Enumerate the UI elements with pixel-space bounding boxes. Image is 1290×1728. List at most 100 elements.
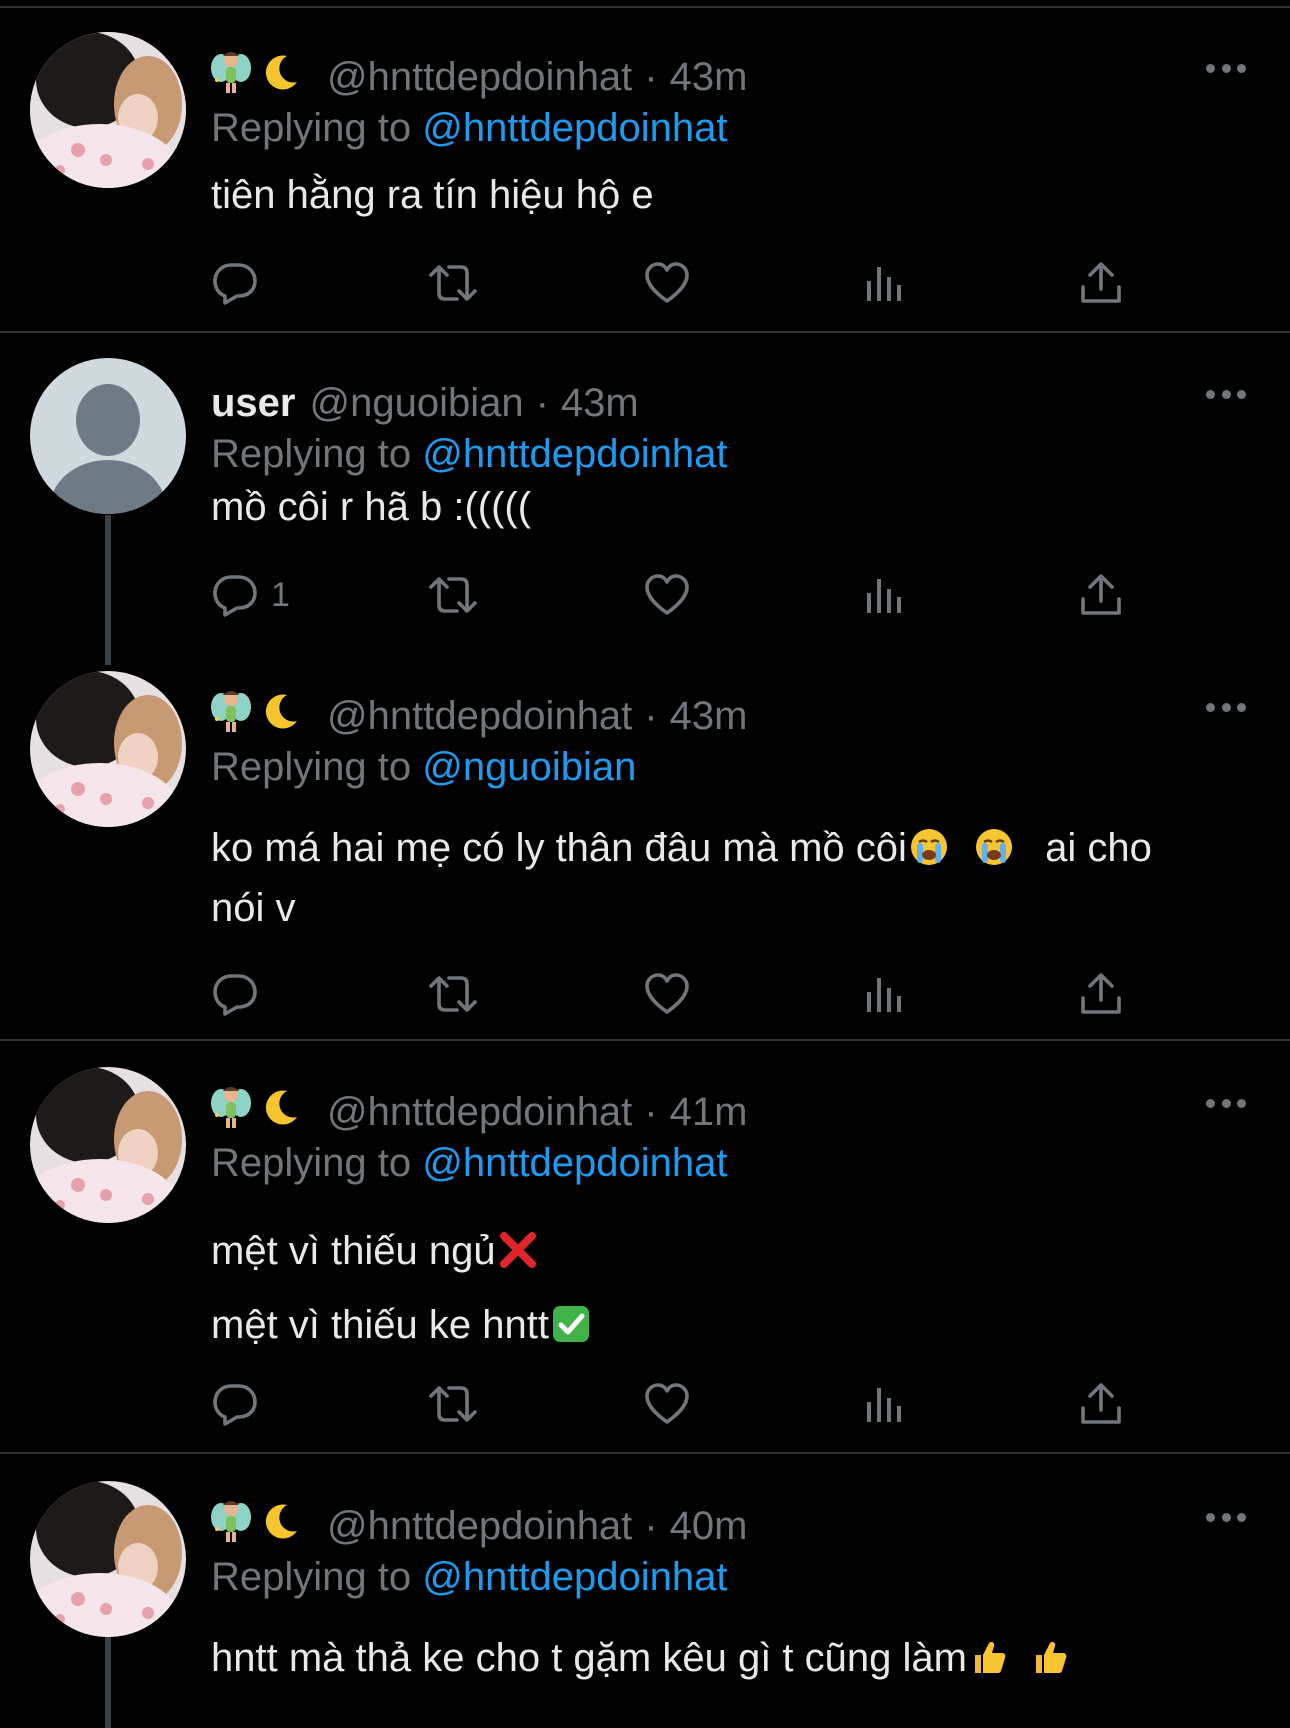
replying-prefix: Replying to <box>211 745 423 789</box>
timestamp[interactable]: 43m <box>561 381 639 426</box>
mention-link[interactable]: @hnttdepdoinhat <box>422 1141 727 1185</box>
like-icon <box>645 973 689 1014</box>
mention-link[interactable]: @hnttdepdoinhat <box>422 432 727 476</box>
handle[interactable]: @hnttdepdoinhat <box>327 1090 632 1135</box>
reply-icon <box>213 1384 257 1426</box>
handle[interactable]: @hnttdepdoinhat <box>327 55 632 100</box>
mention-link[interactable]: @hnttdepdoinhat <box>422 1555 727 1599</box>
retweet-button[interactable] <box>425 258 481 308</box>
like-icon <box>645 1383 689 1424</box>
thumbs-up-emoji <box>1030 1637 1070 1691</box>
separator <box>0 6 1290 8</box>
replying-to: Replying to @hnttdepdoinhat <box>211 1555 728 1600</box>
handle[interactable]: @hnttdepdoinhat <box>327 1504 632 1549</box>
separator <box>0 1452 1290 1454</box>
display-name[interactable]: user <box>211 381 296 426</box>
tweet-line: mệt vì thiếu ngủ <box>211 1229 496 1273</box>
reply-button[interactable] <box>211 969 259 1019</box>
avatar[interactable] <box>30 1067 186 1223</box>
fairy-emoji <box>211 1499 251 1553</box>
timestamp[interactable]: 43m <box>670 694 748 739</box>
fairy-emoji <box>211 689 251 743</box>
action-bar: 1 <box>211 570 1251 620</box>
avatar[interactable] <box>30 1481 186 1637</box>
tweet-line: mệt vì thiếu ke hntt <box>211 1303 549 1347</box>
replying-to: Replying to @hnttdepdoinhat <box>211 106 728 151</box>
handle[interactable]: @hnttdepdoinhat <box>327 694 632 739</box>
like-button[interactable] <box>643 969 691 1019</box>
share-icon <box>1081 1383 1121 1424</box>
views-button[interactable] <box>863 1379 907 1429</box>
crescent-moon-emoji <box>261 691 301 741</box>
crescent-moon-emoji <box>261 1501 301 1551</box>
like-button[interactable] <box>643 570 691 620</box>
avatar[interactable] <box>30 358 186 514</box>
more-options-icon[interactable] <box>1206 701 1246 713</box>
avatar[interactable] <box>30 32 186 188</box>
tweet-header: user @nguoibian · 43m <box>211 378 639 428</box>
more-options-icon[interactable] <box>1206 1097 1246 1109</box>
timestamp[interactable]: 43m <box>670 55 748 100</box>
more-options-icon[interactable] <box>1206 62 1246 74</box>
replying-to: Replying to @hnttdepdoinhat <box>211 1141 728 1186</box>
timestamp[interactable]: 41m <box>670 1090 748 1135</box>
like-icon <box>645 574 689 615</box>
replying-to: Replying to @nguoibian <box>211 745 636 790</box>
reply-icon <box>213 575 257 617</box>
views-button[interactable] <box>863 570 907 620</box>
views-icon <box>867 267 901 301</box>
replying-prefix: Replying to <box>211 106 423 150</box>
share-icon <box>1081 262 1121 303</box>
handle[interactable]: @nguoibian <box>310 381 524 426</box>
views-icon <box>867 579 901 613</box>
retweet-icon <box>429 976 477 1012</box>
retweet-icon <box>429 1386 477 1422</box>
replying-to: Replying to @hnttdepdoinhat <box>211 432 728 477</box>
views-button[interactable] <box>863 258 907 308</box>
reply-button[interactable]: 1 <box>211 570 290 620</box>
mention-link[interactable]: @nguoibian <box>422 745 636 789</box>
views-button[interactable] <box>863 969 907 1019</box>
fairy-emoji <box>211 50 251 104</box>
share-button[interactable] <box>1077 258 1125 308</box>
like-button[interactable] <box>643 258 691 308</box>
thumbs-up-emoji <box>969 1637 1009 1691</box>
replying-prefix: Replying to <box>211 1555 423 1599</box>
avatar[interactable] <box>30 671 186 827</box>
tweet-header: @hnttdepdoinhat · 40m <box>211 1501 747 1551</box>
display-name[interactable] <box>211 1085 301 1139</box>
retweet-button[interactable] <box>425 570 481 620</box>
mention-link[interactable]: @hnttdepdoinhat <box>422 106 727 150</box>
timestamp[interactable]: 40m <box>670 1504 748 1549</box>
reply-button[interactable] <box>211 1379 259 1429</box>
share-icon <box>1081 973 1121 1014</box>
separator-dot: · <box>644 693 658 738</box>
cross-mark-emoji <box>498 1223 538 1291</box>
reply-button[interactable] <box>211 258 259 308</box>
separator <box>0 331 1290 333</box>
more-options-icon[interactable] <box>1206 388 1246 400</box>
replying-prefix: Replying to <box>211 432 423 476</box>
thread-line <box>105 515 111 665</box>
like-button[interactable] <box>643 1379 691 1429</box>
views-icon <box>867 978 901 1012</box>
tweet-line: hntt mà thả ke cho t gặm kêu gì t cũng l… <box>211 1636 967 1680</box>
tweet-text: hntt mà thả ke cho t gặm kêu gì t cũng l… <box>211 1631 1231 1691</box>
retweet-button[interactable] <box>425 1379 481 1429</box>
action-bar <box>211 1379 1251 1429</box>
action-bar <box>211 258 1251 308</box>
share-button[interactable] <box>1077 570 1125 620</box>
display-name[interactable] <box>211 689 301 743</box>
tweet-line: ko má hai mẹ có ly thân đâu mà mồ côi <box>211 826 907 870</box>
fairy-emoji <box>211 1085 251 1139</box>
more-options-icon[interactable] <box>1206 1511 1246 1523</box>
separator <box>0 1039 1290 1041</box>
thread-line <box>105 1636 111 1728</box>
display-name[interactable] <box>211 50 301 104</box>
check-mark-button-emoji <box>551 1297 591 1365</box>
separator-dot: · <box>535 380 549 425</box>
retweet-button[interactable] <box>425 969 481 1019</box>
display-name[interactable] <box>211 1499 301 1553</box>
share-button[interactable] <box>1077 969 1125 1019</box>
share-button[interactable] <box>1077 1379 1125 1429</box>
